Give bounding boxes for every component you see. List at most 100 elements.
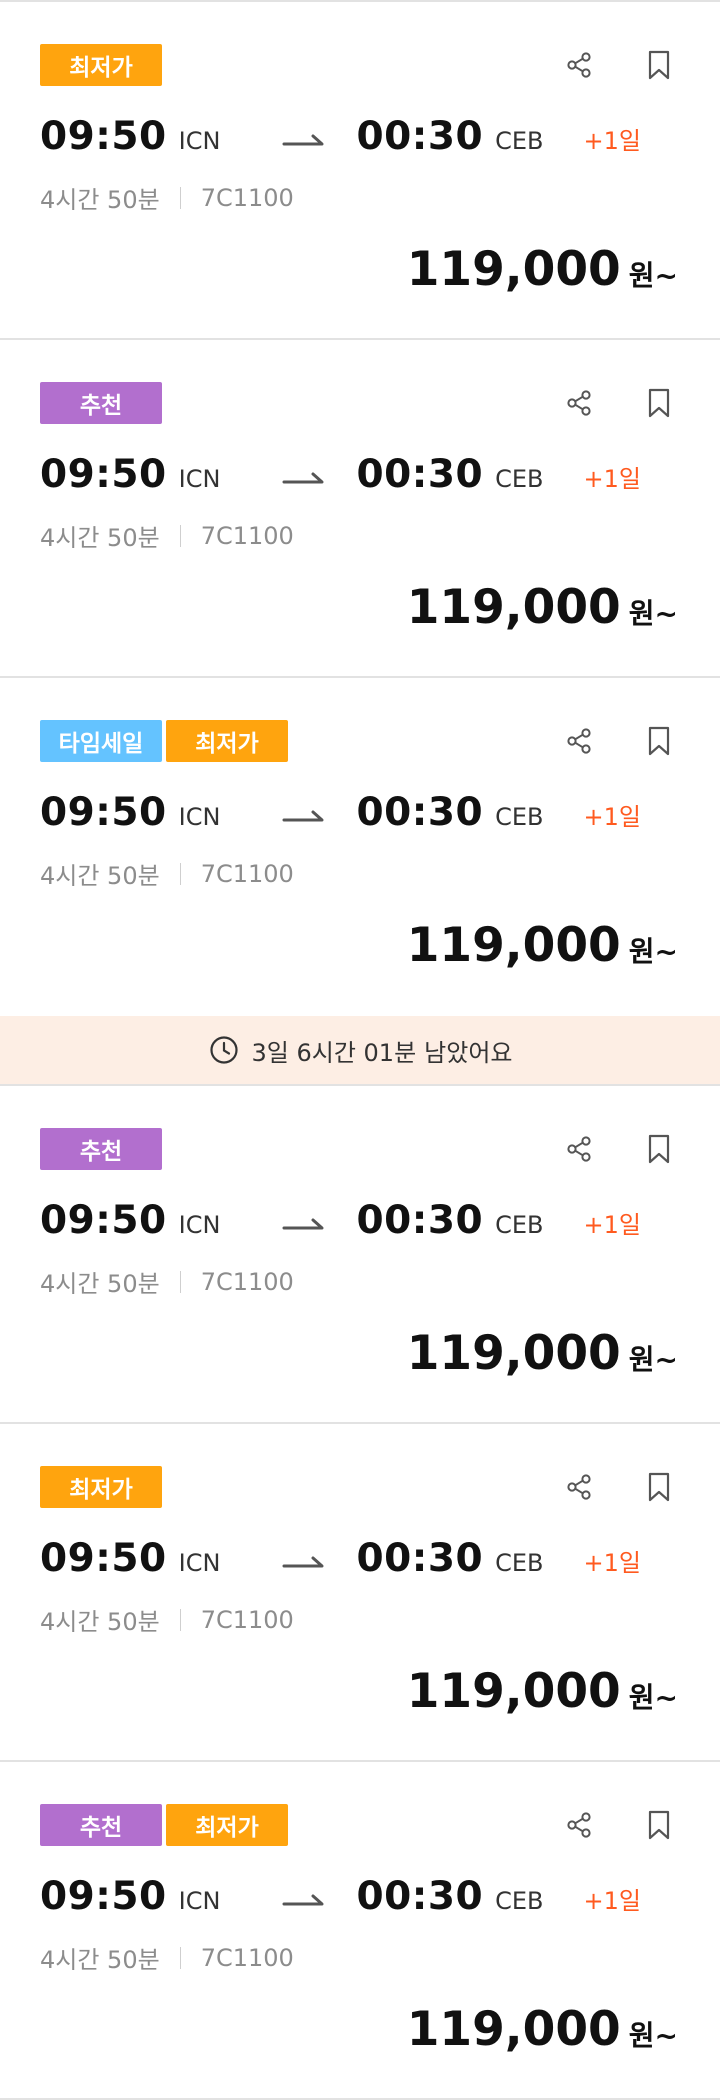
tag-recommend: 추천 <box>40 1804 162 1846</box>
tag-lowest: 최저가 <box>40 44 162 86</box>
tag-group: 추천 <box>40 382 162 424</box>
flight-meta: 4시간 50분 7C1100 <box>40 1940 294 1975</box>
arrival-code: CEB <box>495 465 544 493</box>
bookmark-icon[interactable] <box>642 48 676 82</box>
price: 119,000 원~ <box>407 242 678 297</box>
arrival-time: 00:30 <box>356 1874 484 1919</box>
time-sale-banner: 3일 6시간 01분 남았어요 <box>0 1016 720 1084</box>
price-currency: 원~ <box>628 597 678 630</box>
price-amount: 119,000 <box>406 2002 621 2057</box>
bookmark-icon[interactable] <box>642 724 676 758</box>
card-actions <box>562 48 676 82</box>
card-actions <box>562 1808 676 1842</box>
arrival-time: 00:30 <box>356 114 484 159</box>
price: 119,000 원~ <box>407 918 678 973</box>
flight-number: 7C1100 <box>200 1605 294 1634</box>
tag-lowest: 최저가 <box>166 1804 288 1846</box>
arrow-icon <box>282 467 326 487</box>
arrival-code: CEB <box>495 127 544 155</box>
tag-group: 최저가 <box>40 44 162 86</box>
route-row: 09:50 ICN 00:30 CEB +1일 <box>40 452 641 502</box>
flight-card[interactable]: 추천 09:50 ICN 00:30 CEB +1일 4시간 50분 7C110… <box>0 1086 720 1424</box>
duration: 4시간 50분 <box>40 186 160 214</box>
departure-code: ICN <box>178 1211 221 1239</box>
card-actions <box>562 724 676 758</box>
card-actions <box>562 1470 676 1504</box>
flight-card[interactable]: 최저가 09:50 ICN 00:30 CEB +1일 4시간 50분 7C11… <box>0 1424 720 1762</box>
tag-lowest: 최저가 <box>40 1466 162 1508</box>
share-icon[interactable] <box>562 48 596 82</box>
route-row: 09:50 ICN 00:30 CEB +1일 <box>40 1874 641 1924</box>
price: 119,000 원~ <box>407 2002 678 2057</box>
day-plus-badge: +1일 <box>583 1887 641 1915</box>
bookmark-icon[interactable] <box>642 1132 676 1166</box>
timer-remaining: 3일 6시간 01분 <box>251 1038 417 1067</box>
flight-number: 7C1100 <box>200 859 294 888</box>
arrival-code: CEB <box>495 1211 544 1239</box>
divider <box>179 862 181 885</box>
day-plus-badge: +1일 <box>583 1211 641 1239</box>
tag-timesale: 타임세일 <box>40 720 162 762</box>
route-row: 09:50 ICN 00:30 CEB +1일 <box>40 1198 641 1248</box>
duration: 4시간 50분 <box>40 524 160 552</box>
duration: 4시간 50분 <box>40 1270 160 1298</box>
tag-recommend: 추천 <box>40 1128 162 1170</box>
tag-group: 최저가 <box>40 1466 162 1508</box>
arrival-time: 00:30 <box>356 790 484 835</box>
flight-card[interactable]: 최저가 09:50 ICN 00:30 CEB +1일 4시간 50분 7C11… <box>0 2 720 340</box>
departure-code: ICN <box>178 803 221 831</box>
price-currency: 원~ <box>628 2019 678 2052</box>
flight-meta: 4시간 50분 7C1100 <box>40 518 294 553</box>
tag-group: 추천 <box>40 1128 162 1170</box>
departure-time: 09:50 <box>40 1198 167 1243</box>
departure-time: 09:50 <box>40 790 167 835</box>
price-currency: 원~ <box>628 1681 678 1714</box>
tag-group: 추천 최저가 <box>40 1804 288 1846</box>
divider <box>179 1270 181 1293</box>
price-amount: 119,000 <box>406 242 621 297</box>
departure-code: ICN <box>178 127 221 155</box>
share-icon[interactable] <box>562 386 596 420</box>
bookmark-icon[interactable] <box>642 1470 676 1504</box>
arrow-icon <box>282 129 326 149</box>
arrow-icon <box>282 1889 326 1909</box>
arrival-code: CEB <box>495 803 544 831</box>
departure-time: 09:50 <box>40 1874 167 1919</box>
flight-number: 7C1100 <box>200 521 294 550</box>
clock-icon <box>208 1034 240 1066</box>
flight-number: 7C1100 <box>200 1943 294 1972</box>
flight-meta: 4시간 50분 7C1100 <box>40 1264 294 1299</box>
divider <box>179 186 181 209</box>
arrival-time: 00:30 <box>356 452 484 497</box>
duration: 4시간 50분 <box>40 1946 160 1974</box>
price-amount: 119,000 <box>406 580 621 635</box>
price-amount: 119,000 <box>406 1326 621 1381</box>
flight-meta: 4시간 50분 7C1100 <box>40 180 294 215</box>
divider <box>179 1608 181 1631</box>
flight-card[interactable]: 타임세일 최저가 09:50 ICN 00:30 CEB +1일 4시간 50분 … <box>0 678 720 1086</box>
share-icon[interactable] <box>562 724 596 758</box>
duration: 4시간 50분 <box>40 862 160 890</box>
day-plus-badge: +1일 <box>583 1549 641 1577</box>
flight-number: 7C1100 <box>200 1267 294 1296</box>
flight-number: 7C1100 <box>200 183 294 212</box>
share-icon[interactable] <box>562 1808 596 1842</box>
departure-code: ICN <box>178 465 221 493</box>
bookmark-icon[interactable] <box>642 386 676 420</box>
tag-group: 타임세일 최저가 <box>40 720 288 762</box>
departure-time: 09:50 <box>40 1536 167 1581</box>
tag-recommend: 추천 <box>40 382 162 424</box>
flight-card[interactable]: 추천 최저가 09:50 ICN 00:30 CEB +1일 4시간 50분 7C… <box>0 1762 720 2100</box>
share-icon[interactable] <box>562 1132 596 1166</box>
day-plus-badge: +1일 <box>583 127 641 155</box>
price-amount: 119,000 <box>406 1664 621 1719</box>
flight-card[interactable]: 추천 09:50 ICN 00:30 CEB +1일 4시간 50분 7C110… <box>0 340 720 678</box>
price: 119,000 원~ <box>407 580 678 635</box>
share-icon[interactable] <box>562 1470 596 1504</box>
route-row: 09:50 ICN 00:30 CEB +1일 <box>40 114 641 164</box>
bookmark-icon[interactable] <box>642 1808 676 1842</box>
day-plus-badge: +1일 <box>583 803 641 831</box>
card-actions <box>562 386 676 420</box>
flight-meta: 4시간 50분 7C1100 <box>40 856 294 891</box>
route-row: 09:50 ICN 00:30 CEB +1일 <box>40 1536 641 1586</box>
